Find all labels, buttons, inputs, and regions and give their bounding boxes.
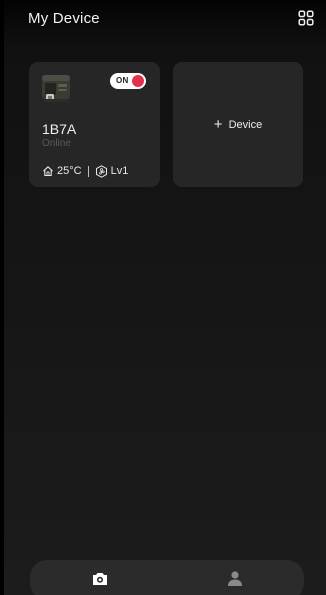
add-device-button[interactable]: + Device	[173, 117, 303, 132]
device-name: 1B7A	[42, 121, 77, 137]
fan-level-icon	[95, 164, 107, 178]
home-icon	[43, 166, 53, 177]
toggle-knob	[132, 75, 144, 87]
add-device-card[interactable]: + Device	[173, 62, 303, 187]
info-divider	[87, 165, 89, 177]
device-icon[interactable]	[91, 570, 109, 588]
app-screen: My Device ON 1B7A Online 25°C Lv1 + Devi…	[4, 0, 326, 595]
device-status: Online	[42, 138, 71, 149]
header: My Device	[4, 0, 326, 40]
user-icon[interactable]	[226, 570, 244, 588]
plus-icon: +	[213, 116, 223, 133]
power-toggle[interactable]: ON	[110, 73, 146, 89]
level-value: Lv1	[110, 165, 129, 177]
device-info-row: 25°C Lv1	[42, 164, 128, 178]
heater-device-icon	[42, 75, 70, 102]
temperature-value: 25°C	[57, 165, 82, 177]
page-title: My Device	[28, 10, 100, 27]
add-device-label: Device	[228, 118, 263, 131]
device-card[interactable]: ON 1B7A Online 25°C Lv1	[29, 62, 160, 187]
power-toggle-label: ON	[116, 76, 129, 85]
bottom-nav	[30, 560, 304, 595]
grid-icon[interactable]	[298, 10, 314, 26]
